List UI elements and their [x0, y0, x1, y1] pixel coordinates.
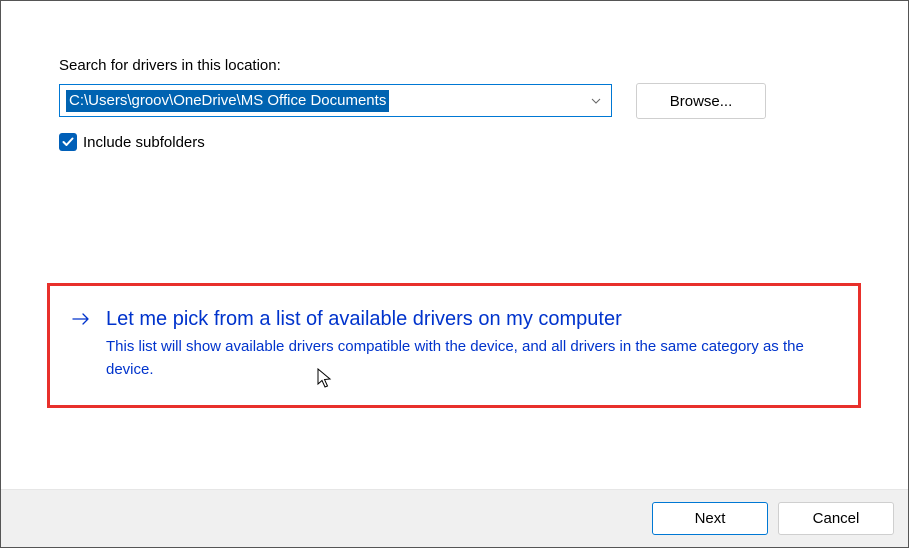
next-button[interactable]: Next: [652, 502, 768, 535]
checkbox-checked-icon: [59, 133, 77, 151]
search-location-label: Search for drivers in this location:: [59, 57, 880, 74]
chevron-down-icon[interactable]: [591, 96, 601, 106]
browse-button[interactable]: Browse...: [636, 83, 766, 119]
search-location-value: C:\Users\groov\OneDrive\MS Office Docume…: [66, 90, 389, 112]
include-subfolders-label: Include subfolders: [83, 134, 205, 151]
pick-from-list-description: This list will show available drivers co…: [106, 336, 806, 381]
search-location-combobox[interactable]: C:\Users\groov\OneDrive\MS Office Docume…: [59, 84, 612, 117]
arrow-right-icon: [72, 310, 90, 328]
cancel-button[interactable]: Cancel: [778, 502, 894, 535]
pick-from-list-title: Let me pick from a list of available dri…: [106, 306, 838, 332]
dialog-footer: Next Cancel: [1, 489, 908, 547]
include-subfolders-checkbox[interactable]: Include subfolders: [59, 133, 880, 151]
pick-from-list-option[interactable]: Let me pick from a list of available dri…: [47, 283, 861, 408]
